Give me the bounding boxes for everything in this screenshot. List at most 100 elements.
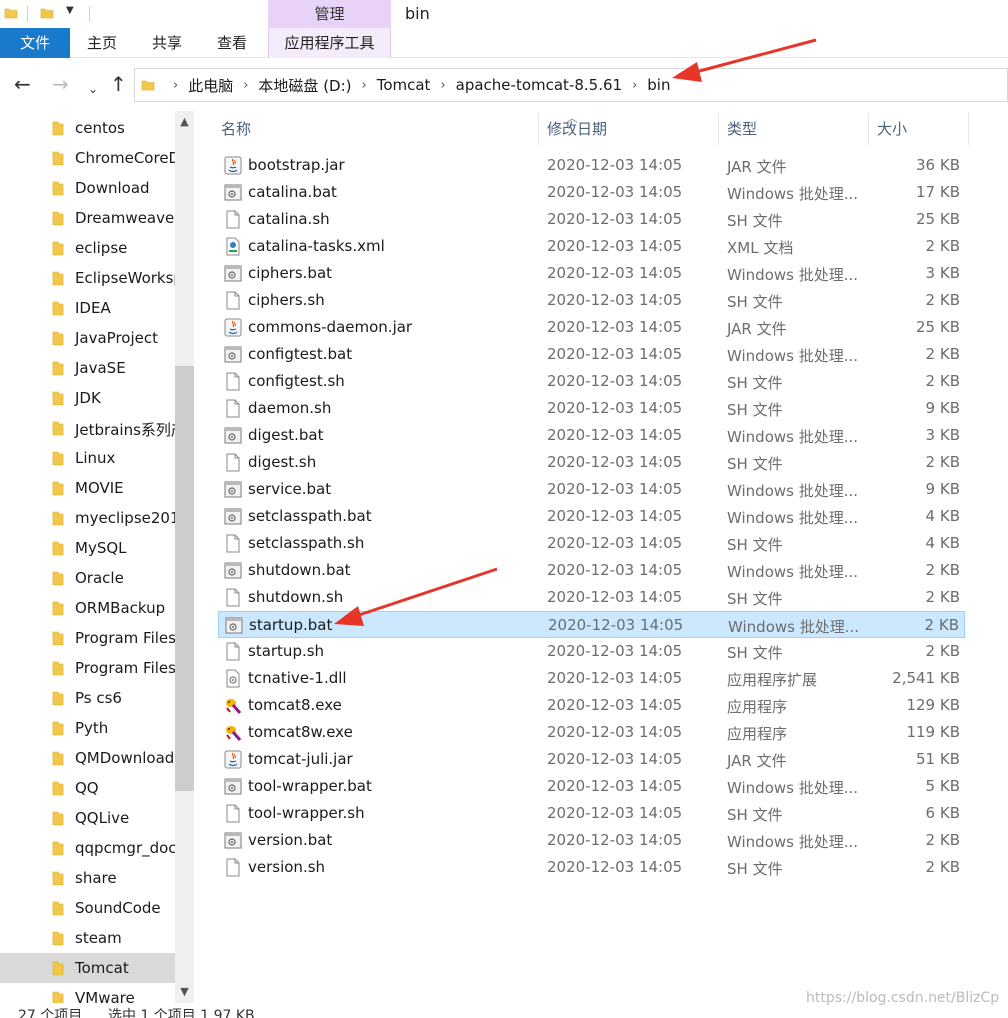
sidebar-item[interactable]: Ps cs6 (0, 683, 175, 713)
file-row[interactable]: startup.sh 2020-12-03 14:05 SH 文件 2 KB (218, 638, 965, 665)
sidebar-item[interactable]: Jetbrains系列产品 (0, 413, 175, 443)
column-date-modified[interactable]: 修改日期 (547, 111, 607, 147)
chevron-down-icon[interactable]: ⌄ (88, 78, 98, 100)
file-row[interactable]: version.sh 2020-12-03 14:05 SH 文件 2 KB (218, 854, 965, 881)
file-type: SH 文件 (727, 860, 783, 878)
sidebar-item[interactable]: Dreamweaver (0, 203, 175, 233)
sidebar-item[interactable]: JavaSE (0, 353, 175, 383)
file-date-modified: 2020-12-03 14:05 (547, 318, 683, 336)
scroll-up-arrow-icon[interactable]: ▲ (175, 111, 194, 133)
file-row[interactable]: service.bat 2020-12-03 14:05 Windows 批处理..… (218, 476, 965, 503)
breadcrumb-this-pc[interactable]: 此电脑 (188, 75, 233, 96)
sidebar-item[interactable]: SoundCode (0, 893, 175, 923)
file-row[interactable]: tool-wrapper.sh 2020-12-03 14:05 SH 文件 6 KB (218, 800, 965, 827)
sidebar-item[interactable]: qqpcmgr_docpro (0, 833, 175, 863)
address-bar[interactable]: › 此电脑 › 本地磁盘 (D:) › Tomcat › apache-tomc… (134, 68, 1008, 102)
sidebar-item[interactable]: myeclipse2017 (0, 503, 175, 533)
sidebar-item[interactable]: VMware (0, 983, 175, 1003)
file-row[interactable]: ciphers.sh 2020-12-03 14:05 SH 文件 2 KB (218, 287, 965, 314)
up-arrow-icon[interactable]: ↑ (110, 73, 127, 95)
sidebar-item[interactable]: JDK (0, 383, 175, 413)
sidebar-item[interactable]: Oracle (0, 563, 175, 593)
column-divider[interactable] (868, 113, 869, 145)
sidebar-item[interactable]: centos (0, 113, 175, 143)
sidebar-item[interactable]: Program Files (0, 653, 175, 683)
file-row[interactable]: daemon.sh 2020-12-03 14:05 SH 文件 9 KB (218, 395, 965, 422)
forward-arrow-icon[interactable]: → (52, 73, 69, 95)
chevron-down-icon[interactable]: ▼ (66, 5, 74, 16)
file-row[interactable]: bootstrap.jar 2020-12-03 14:05 JAR 文件 36 KB (218, 152, 965, 179)
sidebar-item[interactable]: ORMBackup (0, 593, 175, 623)
file-row[interactable]: setclasspath.bat 2020-12-03 14:05 Windows … (218, 503, 965, 530)
sidebar-item[interactable]: Pyth (0, 713, 175, 743)
sidebar-item[interactable]: QQLive (0, 803, 175, 833)
sidebar-item[interactable]: IDEA (0, 293, 175, 323)
scrollbar-thumb[interactable] (175, 366, 194, 791)
tab-home[interactable]: 主页 (78, 28, 126, 58)
chevron-right-icon[interactable]: › (362, 78, 367, 93)
sidebar-item[interactable]: eclipse (0, 233, 175, 263)
chevron-right-icon[interactable]: › (440, 78, 445, 93)
sidebar-item[interactable]: share (0, 863, 175, 893)
chevron-right-icon[interactable]: › (173, 78, 178, 93)
file-row[interactable]: commons-daemon.jar 2020-12-03 14:05 JAR 文件… (218, 314, 965, 341)
column-type[interactable]: 类型 (727, 111, 757, 147)
folder-icon[interactable] (40, 6, 54, 20)
folder-icon[interactable] (4, 6, 18, 20)
file-row[interactable]: shutdown.bat 2020-12-03 14:05 Windows 批处理.… (218, 557, 965, 584)
sidebar-item-label: Program Files (75, 659, 175, 677)
sidebar-item[interactable]: Download (0, 173, 175, 203)
file-row[interactable]: tool-wrapper.bat 2020-12-03 14:05 Windows … (218, 773, 965, 800)
sidebar-item[interactable]: QQ (0, 773, 175, 803)
jar-icon (224, 750, 242, 769)
breadcrumb-tomcat[interactable]: Tomcat (377, 76, 431, 94)
sidebar-item[interactable]: ChromeCoreDownloads (0, 143, 175, 173)
column-size[interactable]: 大小 (877, 111, 907, 147)
file-row[interactable]: tcnative-1.dll 2020-12-03 14:05 应用程序扩展 2,54… (218, 665, 965, 692)
file-row[interactable]: ciphers.bat 2020-12-03 14:05 Windows 批处理..… (218, 260, 965, 287)
chevron-right-icon[interactable]: › (243, 78, 248, 93)
sidebar-item[interactable]: Program Files (0, 623, 175, 653)
sidebar-item[interactable]: QMDownload (0, 743, 175, 773)
sidebar-item[interactable]: MOVIE (0, 473, 175, 503)
scroll-down-arrow-icon[interactable]: ▼ (175, 981, 194, 1003)
tab-file[interactable]: 文件 (0, 28, 70, 58)
navigation-bar: ← → ⌄ ↑ › 此电脑 › 本地磁盘 (D:) › Tomcat › apa… (0, 59, 1008, 111)
file-row[interactable]: tomcat8w.exe 2020-12-03 14:05 应用程序 119 KB (218, 719, 965, 746)
sidebar-item[interactable]: Linux (0, 443, 175, 473)
column-divider[interactable] (538, 113, 539, 145)
file-row[interactable]: digest.bat 2020-12-03 14:05 Windows 批处理...… (218, 422, 965, 449)
file-row[interactable]: catalina.sh 2020-12-03 14:05 SH 文件 25 KB (218, 206, 965, 233)
file-row[interactable]: catalina.bat 2020-12-03 14:05 Windows 批处理.… (218, 179, 965, 206)
navigation-pane-scrollbar[interactable]: ▲ ▼ (175, 111, 194, 1003)
file-row[interactable]: catalina-tasks.xml 2020-12-03 14:05 XML 文档… (218, 233, 965, 260)
file-row[interactable]: configtest.sh 2020-12-03 14:05 SH 文件 2 KB (218, 368, 965, 395)
file-row[interactable]: version.bat 2020-12-03 14:05 Windows 批处理..… (218, 827, 965, 854)
breadcrumb-bin[interactable]: bin (647, 76, 670, 94)
sidebar-item[interactable]: steam (0, 923, 175, 953)
column-divider[interactable] (718, 113, 719, 145)
file-row[interactable]: tomcat-juli.jar 2020-12-03 14:05 JAR 文件 51 … (218, 746, 965, 773)
tab-application-tools[interactable]: 应用程序工具 (268, 28, 391, 58)
sidebar-item[interactable]: Tomcat (0, 953, 175, 983)
column-divider[interactable] (968, 113, 969, 145)
breadcrumb-local-disk-d[interactable]: 本地磁盘 (D:) (258, 75, 351, 96)
sidebar-item[interactable]: MySQL (0, 533, 175, 563)
back-arrow-icon[interactable]: ← (14, 73, 31, 95)
column-name[interactable]: 名称 (221, 111, 251, 147)
tab-view[interactable]: 查看 (208, 28, 256, 58)
file-row[interactable]: setclasspath.sh 2020-12-03 14:05 SH 文件 4 KB (218, 530, 965, 557)
file-size: 36 KB (916, 156, 960, 174)
file-row[interactable]: shutdown.sh 2020-12-03 14:05 SH 文件 2 KB (218, 584, 965, 611)
chevron-right-icon[interactable]: › (632, 78, 637, 93)
file-row[interactable]: tomcat8.exe 2020-12-03 14:05 应用程序 129 KB (218, 692, 965, 719)
sidebar-item[interactable]: JavaProject (0, 323, 175, 353)
file-type: Windows 批处理... (727, 347, 859, 365)
tab-share[interactable]: 共享 (143, 28, 191, 58)
breadcrumb-apache-tomcat[interactable]: apache-tomcat-8.5.61 (456, 76, 622, 94)
sidebar-item[interactable]: EclipseWorkspace (0, 263, 175, 293)
contextual-tab-manage[interactable]: 管理 (268, 0, 391, 28)
file-row[interactable]: digest.sh 2020-12-03 14:05 SH 文件 2 KB (218, 449, 965, 476)
file-row[interactable]: startup.bat 2020-12-03 14:05 Windows 批处理..… (218, 611, 965, 638)
file-row[interactable]: configtest.bat 2020-12-03 14:05 Windows 批处… (218, 341, 965, 368)
